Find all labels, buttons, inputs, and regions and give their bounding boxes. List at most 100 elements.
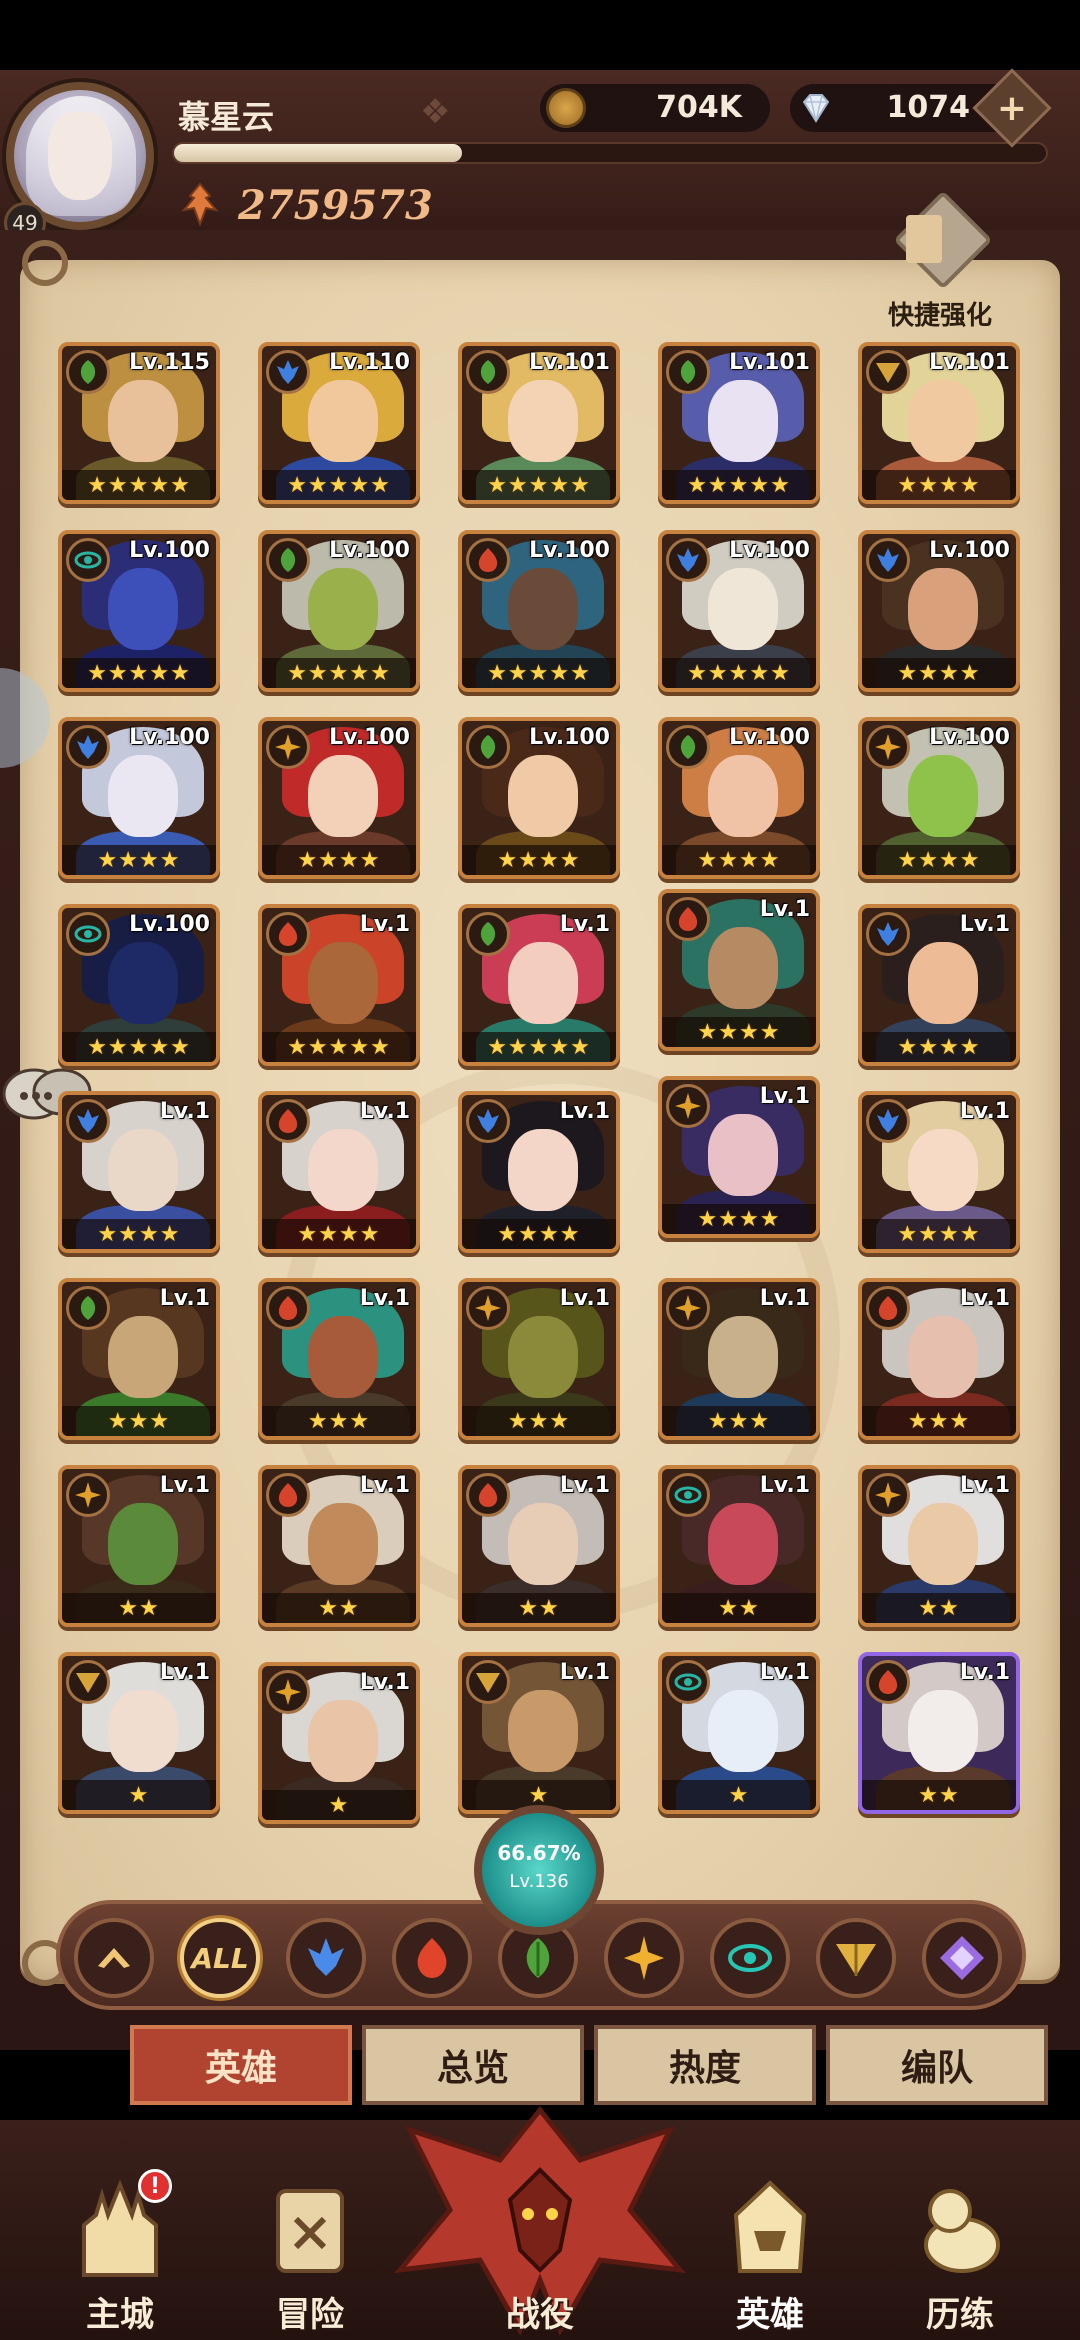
hero-card[interactable]: Lv.1 ★★ — [858, 1465, 1020, 1627]
hero-card[interactable]: Lv.1 ★★★★★ — [458, 904, 620, 1066]
hero-level: Lv.110 — [329, 350, 410, 375]
star-rating: ★ — [328, 1792, 350, 1818]
add-gems-button[interactable]: + — [972, 68, 1052, 148]
hero-stars: ★★★★★ — [262, 658, 416, 688]
hero-card[interactable]: Lv.1 ★★★ — [58, 1278, 220, 1440]
hero-card[interactable]: Lv.1 ★★★★ — [858, 904, 1020, 1066]
nav-training[interactable]: 历练 — [880, 2175, 1040, 2340]
hero-card[interactable]: Lv.1 ★★★ — [858, 1278, 1020, 1440]
hero-face — [108, 1690, 178, 1772]
hero-card[interactable]: Lv.100 ★★★★ — [858, 530, 1020, 692]
hero-card[interactable]: Lv.1 ★★ — [58, 1465, 220, 1627]
hero-face — [308, 1129, 378, 1211]
hero-card[interactable]: Lv.100 ★★★★ — [58, 717, 220, 879]
hero-stars: ★★★★★ — [62, 1032, 216, 1062]
hero-card[interactable]: Lv.100 ★★★★★ — [58, 904, 220, 1066]
star-rating: ★★★★★ — [287, 1034, 391, 1060]
filter-triangle-button[interactable] — [816, 1918, 896, 1998]
hero-card[interactable]: Lv.101 ★★★★ — [858, 342, 1020, 504]
filter-all-button[interactable]: ALL — [180, 1918, 260, 1998]
hero-card[interactable]: Lv.100 ★★★★★ — [458, 530, 620, 692]
hero-card[interactable]: Lv.100 ★★★★★ — [658, 530, 820, 692]
gem-counter[interactable]: 1074 + — [790, 68, 1052, 148]
hero-face — [308, 1700, 378, 1782]
hero-card[interactable]: Lv.1 ★ — [258, 1662, 420, 1824]
hero-face — [308, 568, 378, 650]
collection-progress-badge[interactable]: 66.67% Lv.136 — [474, 1805, 604, 1935]
hero-level: Lv.1 — [559, 1286, 610, 1311]
filter-void-button[interactable] — [922, 1918, 1002, 1998]
hero-stars: ★★★★★ — [62, 470, 216, 500]
hero-card[interactable]: Lv.1 ★ — [658, 1652, 820, 1814]
hero-card[interactable]: Lv.1 ★★ — [658, 1465, 820, 1627]
hero-face — [508, 1129, 578, 1211]
hero-card[interactable]: Lv.100 ★★★★ — [858, 717, 1020, 879]
filter-fire-button[interactable] — [392, 1918, 472, 1998]
hero-card[interactable]: Lv.1 ★★★★★ — [258, 904, 420, 1066]
hero-face — [908, 1129, 978, 1211]
tab-formation[interactable]: 编队 — [826, 2025, 1048, 2105]
hero-stars: ★★★★ — [62, 1219, 216, 1249]
hero-card[interactable]: Lv.1 ★★★ — [658, 1278, 820, 1440]
star-rating: ★★★★★ — [487, 1034, 591, 1060]
filter-eye-button[interactable] — [710, 1918, 790, 1998]
forest-faction-icon — [266, 538, 310, 582]
hero-card[interactable]: Lv.1 ★★ — [858, 1652, 1020, 1814]
avatar-face — [48, 112, 112, 200]
water-faction-icon — [866, 538, 910, 582]
hero-level: Lv.1 — [159, 1099, 210, 1124]
binder-ring-icon — [22, 240, 68, 286]
hero-card[interactable]: Lv.1 ★★★★ — [458, 1091, 620, 1253]
hero-card[interactable]: Lv.1 ★★★★ — [858, 1091, 1020, 1253]
hero-level: Lv.100 — [129, 725, 210, 750]
hero-face — [108, 1503, 178, 1585]
hero-card[interactable]: Lv.1 ★★★ — [458, 1278, 620, 1440]
hero-card[interactable]: Lv.1 ★ — [458, 1652, 620, 1814]
hero-card[interactable]: Lv.1 ★★ — [458, 1465, 620, 1627]
hero-card[interactable]: Lv.1 ★★★★ — [658, 889, 820, 1051]
filter-light-button[interactable] — [604, 1918, 684, 1998]
hero-card[interactable]: Lv.100 ★★★★ — [458, 717, 620, 879]
gold-counter[interactable]: 704K — [540, 84, 770, 132]
hero-card[interactable]: Lv.115 ★★★★★ — [58, 342, 220, 504]
filter-water-button[interactable] — [286, 1918, 366, 1998]
hero-stars: ★★★★★ — [462, 658, 616, 688]
hero-face — [508, 568, 578, 650]
hero-card[interactable]: Lv.101 ★★★★★ — [658, 342, 820, 504]
quick-upgrade-button[interactable]: 快捷强化 — [880, 190, 1000, 335]
fire-faction-icon — [866, 1660, 910, 1704]
hero-level: Lv.100 — [129, 912, 210, 937]
water-faction-icon — [66, 725, 110, 769]
hero-card[interactable]: Lv.100 ★★★★★ — [58, 530, 220, 692]
water-faction-icon — [466, 1099, 510, 1143]
fire-faction-icon — [417, 1938, 447, 1978]
hero-stars: ★★★★ — [262, 1219, 416, 1249]
hero-card[interactable]: Lv.101 ★★★★★ — [458, 342, 620, 504]
hero-stars: ★★★ — [862, 1406, 1016, 1436]
xp-bar-fill — [174, 144, 462, 162]
nav-main-city[interactable]: ! 主城 — [40, 2169, 200, 2340]
hero-card[interactable]: Lv.1 ★ — [58, 1652, 220, 1814]
hero-card[interactable]: Lv.100 ★★★★ — [658, 717, 820, 879]
hero-level: Lv.1 — [759, 1286, 810, 1311]
hero-card[interactable]: Lv.100 ★★★★★ — [258, 530, 420, 692]
tab-heroes[interactable]: 英雄 — [130, 2025, 352, 2105]
hero-face — [108, 942, 178, 1024]
nav-campaign[interactable]: 战役 — [460, 2175, 620, 2340]
hero-level: Lv.115 — [129, 350, 210, 375]
hero-card[interactable]: Lv.100 ★★★★ — [258, 717, 420, 879]
light-faction-icon — [266, 725, 310, 769]
hero-card[interactable]: Lv.1 ★★★ — [258, 1278, 420, 1440]
hero-card[interactable]: Lv.110 ★★★★★ — [258, 342, 420, 504]
nav-adventure[interactable]: 冒险 — [230, 2175, 390, 2340]
nav-heroes[interactable]: 英雄 — [690, 2175, 850, 2340]
hero-card[interactable]: Lv.1 ★★★★ — [658, 1076, 820, 1238]
hero-card[interactable]: Lv.1 ★★★★ — [58, 1091, 220, 1253]
hero-card[interactable]: Lv.1 ★★ — [258, 1465, 420, 1627]
collapse-filter-button[interactable] — [74, 1918, 154, 1998]
hero-level: Lv.101 — [529, 350, 610, 375]
hero-card[interactable]: Lv.1 ★★★★ — [258, 1091, 420, 1253]
hero-face — [708, 1316, 778, 1398]
star-rating: ★★★ — [507, 1408, 571, 1434]
hero-level: Lv.100 — [729, 538, 810, 563]
